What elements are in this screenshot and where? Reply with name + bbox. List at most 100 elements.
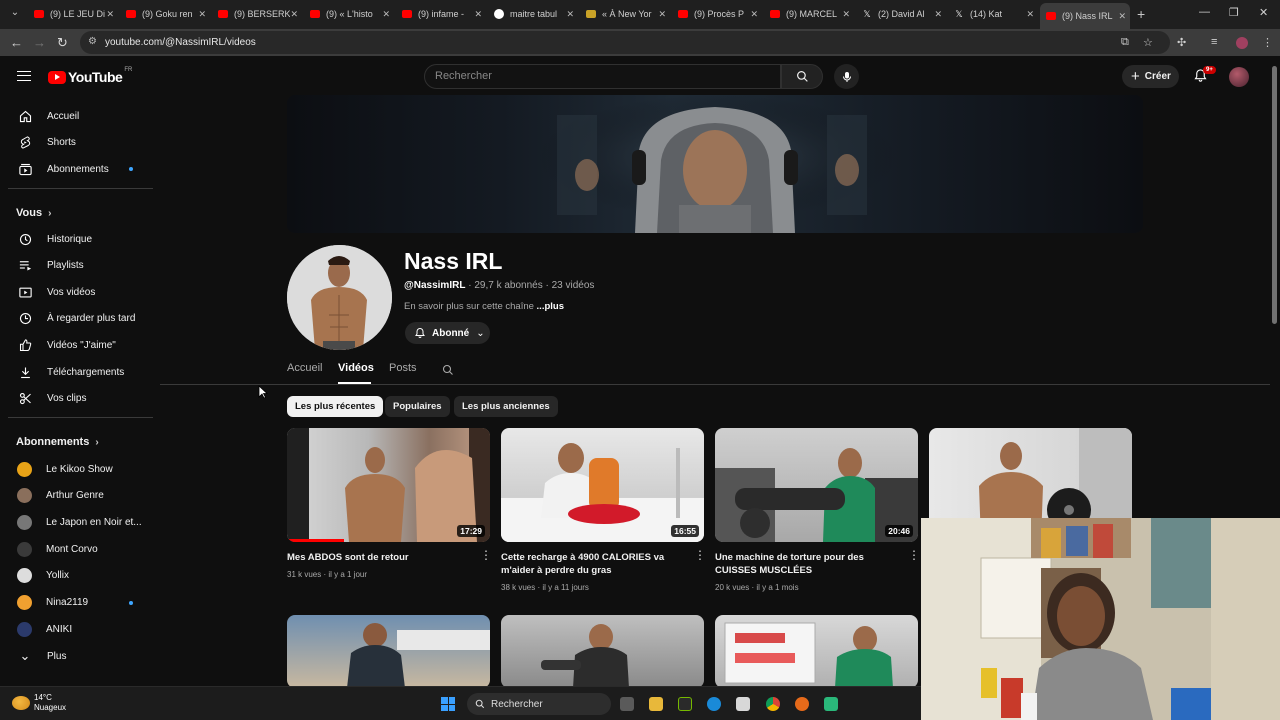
install-app-icon[interactable]: ⧉: [1121, 36, 1129, 49]
sidebar-item[interactable]: Mont Corvo: [8, 536, 153, 562]
nvidia-icon[interactable]: [678, 697, 692, 711]
tab-posts[interactable]: Posts: [389, 362, 417, 374]
video-thumbnail[interactable]: [287, 615, 490, 688]
youtube-logo[interactable]: YouTube FR: [48, 67, 132, 85]
edge-icon[interactable]: [707, 697, 721, 711]
channel-about-link[interactable]: En savoir plus sur cette chaîne ...plus: [404, 301, 564, 312]
tab-accueil[interactable]: Accueil: [287, 362, 322, 374]
page-scrollbar[interactable]: [1272, 66, 1277, 324]
subscribed-button[interactable]: Abonné ⌄: [405, 322, 490, 344]
minimize-icon[interactable]: —: [1199, 6, 1210, 18]
maximize-icon[interactable]: ❐: [1229, 6, 1239, 19]
sidebar-item[interactable]: Playlists: [8, 253, 153, 279]
chip-most-recent[interactable]: Les plus récentes: [287, 396, 384, 417]
search-button[interactable]: [781, 64, 823, 89]
close-tab-icon[interactable]: ✕: [1026, 9, 1034, 20]
new-tab-button[interactable]: +: [1137, 6, 1145, 22]
browser-tab[interactable]: (9) infame - ✕: [396, 4, 486, 24]
browser-tab[interactable]: maitre tabul ✕: [488, 4, 578, 24]
close-tab-icon[interactable]: ✕: [566, 9, 574, 20]
video-thumbnail[interactable]: [501, 615, 704, 688]
sidebar-item[interactable]: Nina2119: [8, 590, 153, 616]
browser-tab[interactable]: (9) « L'histo ✕: [304, 4, 394, 24]
account-avatar[interactable]: [1229, 67, 1249, 87]
firefox-icon[interactable]: [795, 697, 809, 711]
forward-icon[interactable]: →: [33, 35, 46, 50]
video-thumbnail[interactable]: [715, 615, 918, 688]
sidebar-item[interactable]: Arthur Genre: [8, 483, 153, 509]
close-tab-icon[interactable]: ✕: [198, 9, 206, 20]
close-tab-icon[interactable]: ✕: [750, 9, 758, 20]
weather-widget[interactable]: 14°C Nuageux: [12, 693, 66, 713]
sidebar-item[interactable]: Shorts: [8, 130, 153, 156]
file-explorer-icon[interactable]: [649, 697, 663, 711]
close-tab-icon[interactable]: ✕: [290, 9, 298, 20]
search-input[interactable]: [435, 70, 735, 82]
site-info-icon[interactable]: ⚙: [88, 36, 97, 47]
sidebar-item[interactable]: Vos vidéos: [8, 279, 153, 305]
sidebar-item[interactable]: À regarder plus tard: [8, 306, 153, 332]
sidebar-item-more[interactable]: ⌄ Plus: [8, 643, 153, 669]
sidebar-item[interactable]: ANIKI: [8, 616, 153, 642]
menu-icon[interactable]: [17, 71, 31, 81]
reload-icon[interactable]: ↻: [57, 35, 68, 51]
bookmark-star-icon[interactable]: ☆: [1143, 36, 1153, 49]
browser-tab[interactable]: 𝕏 (14) Kat ✕: [948, 4, 1038, 24]
video-thumbnail[interactable]: 20:46: [715, 428, 918, 542]
sidebar-item[interactable]: Accueil: [8, 103, 153, 129]
close-tab-icon[interactable]: ✕: [842, 9, 850, 20]
reading-list-icon[interactable]: ≡: [1211, 36, 1217, 48]
extensions-icon[interactable]: ✣: [1177, 36, 1186, 49]
video-menu-icon[interactable]: ⋮: [908, 549, 920, 561]
address-bar[interactable]: ⚙ youtube.com/@NassimIRL/videos: [80, 31, 1170, 54]
browser-tab[interactable]: (9) Goku ren ✕: [120, 4, 210, 24]
search-box[interactable]: [424, 64, 781, 89]
browser-tab[interactable]: (9) LE JEU Di ✕: [28, 4, 118, 24]
close-tab-icon[interactable]: ✕: [382, 9, 390, 20]
video-menu-icon[interactable]: ⋮: [480, 549, 492, 561]
sidebar-item[interactable]: Le Japon en Noir et...: [8, 509, 153, 535]
you-section-heading[interactable]: Vous ›: [16, 207, 51, 219]
sidebar-item[interactable]: Yollix: [8, 563, 153, 589]
taskbar-search[interactable]: Rechercher: [467, 693, 611, 715]
video-thumbnail[interactable]: 16:55: [501, 428, 704, 542]
profile-avatar[interactable]: [1236, 37, 1248, 49]
tab-search-dropdown-icon[interactable]: ⌄: [8, 7, 22, 21]
windows-start-icon[interactable]: [441, 697, 455, 711]
voice-search-button[interactable]: [834, 64, 859, 89]
browser-tab[interactable]: (9) Procès P ✕: [672, 4, 762, 24]
close-tab-icon[interactable]: ✕: [1118, 11, 1126, 22]
video-title[interactable]: Une machine de torture pour des CUISSES …: [715, 551, 900, 577]
video-thumbnail[interactable]: 17:29: [287, 428, 490, 542]
browser-tab[interactable]: (9) MARCEL ✕: [764, 4, 854, 24]
tab-videos[interactable]: Vidéos: [338, 362, 374, 374]
video-title[interactable]: Cette recharge à 4900 CALORIES va m'aide…: [501, 551, 686, 577]
chip-popular[interactable]: Populaires: [385, 396, 450, 417]
close-tab-icon[interactable]: ✕: [474, 9, 482, 20]
browser-tab[interactable]: (9) Nass IRL ✕: [1040, 3, 1130, 29]
browser-tab[interactable]: « À New Yor ✕: [580, 4, 670, 24]
sidebar-item[interactable]: Téléchargements: [8, 359, 153, 385]
close-window-icon[interactable]: ✕: [1259, 6, 1268, 19]
sidebar-item[interactable]: Vos clips: [8, 386, 153, 412]
create-button[interactable]: + Créer: [1122, 65, 1179, 88]
browser-tab[interactable]: 𝕏 (2) David Al ✕: [856, 4, 946, 24]
app-icon[interactable]: [824, 697, 838, 711]
chip-oldest[interactable]: Les plus anciennes: [454, 396, 558, 417]
channel-avatar[interactable]: [287, 245, 392, 350]
close-tab-icon[interactable]: ✕: [106, 9, 114, 20]
chrome-icon[interactable]: [766, 697, 780, 711]
close-tab-icon[interactable]: ✕: [658, 9, 666, 20]
sidebar-item[interactable]: Historique: [8, 226, 153, 252]
browser-menu-icon[interactable]: ⋮: [1262, 36, 1273, 49]
browser-tab[interactable]: (9) BERSERK ✕: [212, 4, 302, 24]
channel-search-button[interactable]: [442, 363, 454, 381]
video-menu-icon[interactable]: ⋮: [694, 549, 706, 561]
sidebar-item[interactable]: Abonnements: [8, 156, 153, 182]
subscriptions-section-heading[interactable]: Abonnements ›: [16, 436, 99, 448]
sidebar-item[interactable]: Le Kikoo Show: [8, 456, 153, 482]
close-tab-icon[interactable]: ✕: [934, 9, 942, 20]
store-icon[interactable]: [736, 697, 750, 711]
task-view-icon[interactable]: [620, 697, 634, 711]
video-title[interactable]: Mes ABDOS sont de retour: [287, 551, 472, 564]
